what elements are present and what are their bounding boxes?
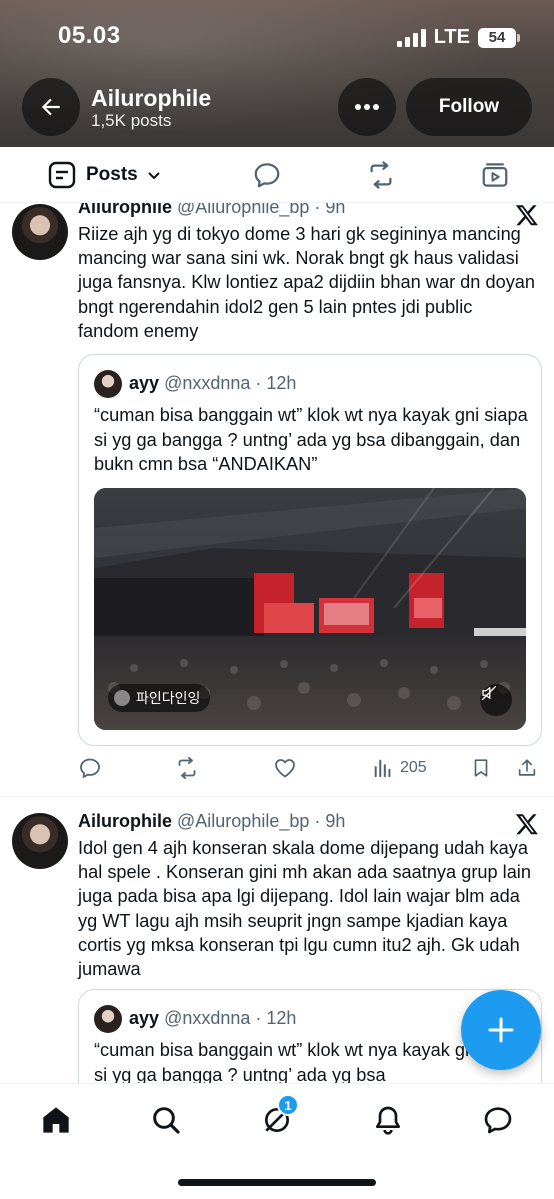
post-author-meta: @Ailurophile_bp · 9h — [177, 203, 346, 217]
repost-icon — [370, 161, 392, 189]
nav-search[interactable] — [146, 1100, 186, 1140]
nav-messages[interactable] — [478, 1100, 518, 1140]
chat-icon — [484, 1107, 512, 1134]
tab-replies[interactable] — [252, 147, 282, 203]
post-actions: 205 — [78, 753, 542, 783]
arrow-left-icon — [41, 98, 60, 116]
status-time: 05.03 — [58, 22, 121, 49]
share-button[interactable] — [516, 753, 538, 783]
post-header: Ailurophile @Ailurophile_bp · 9h — [78, 203, 345, 218]
timeline-feed: Ailurophile @Ailurophile_bp · 9h Riize a… — [0, 203, 554, 1083]
home-indicator — [178, 1179, 376, 1186]
tab-posts[interactable]: Posts — [48, 147, 162, 203]
quote-author-meta: @nxxdnna · 12h — [164, 373, 297, 393]
x-logo-icon — [515, 814, 538, 835]
quote-avatar — [94, 370, 122, 398]
nav-notifications[interactable] — [368, 1100, 408, 1140]
quote-header: ayy @nxxdnna · 12h — [129, 1008, 296, 1029]
quoted-post[interactable]: ayy @nxxdnna · 12h “cuman bisa banggain … — [78, 354, 542, 746]
nav-grok[interactable]: 1 — [257, 1094, 299, 1140]
heart-icon — [275, 759, 295, 778]
grok-badge: 1 — [277, 1094, 299, 1116]
views-icon — [374, 759, 391, 778]
nav-home[interactable] — [36, 1100, 76, 1140]
timeline-tabs: Posts — [0, 147, 554, 203]
chevron-down-icon — [148, 172, 160, 180]
more-horizontal-icon — [355, 104, 379, 110]
post-text: Riize ajh yg di tokyo dome 3 hari gk seg… — [78, 224, 536, 341]
home-icon — [43, 1107, 69, 1133]
quote-video[interactable]: 파인다인잉 — [94, 488, 526, 730]
quote-author-meta: @nxxdnna · 12h — [164, 1008, 297, 1028]
post-author-meta: @Ailurophile_bp · 9h — [177, 811, 346, 831]
bell-icon — [376, 1106, 400, 1135]
post-text: Idol gen 4 ajh konseran skala dome dijep… — [78, 838, 531, 980]
follow-button[interactable]: Follow — [406, 78, 532, 136]
post[interactable]: Ailurophile @Ailurophile_bp · 9h Riize a… — [0, 203, 554, 794]
quote-author-name: ayy — [129, 1008, 160, 1028]
like-button[interactable] — [273, 753, 297, 783]
post-author-name[interactable]: Ailurophile — [78, 811, 172, 831]
tab-reposts[interactable] — [364, 147, 398, 203]
network-label: LTE — [433, 26, 470, 48]
post-header: Ailurophile @Ailurophile_bp · 9h — [78, 811, 345, 832]
battery-level: 54 — [488, 29, 506, 46]
bookmark-icon — [474, 759, 488, 777]
profile-posts-count: 1,5K posts — [91, 111, 172, 130]
video-source-label: 파인다인잉 — [136, 690, 201, 706]
reply-icon — [80, 758, 100, 778]
tab-posts-label: Posts — [86, 164, 138, 185]
reply-icon — [254, 163, 280, 188]
repost-icon — [178, 757, 196, 779]
more-button[interactable] — [338, 78, 396, 136]
signal-icon — [396, 28, 426, 47]
source-avatar — [114, 690, 130, 706]
quote-author-name: ayy — [129, 373, 160, 393]
bookmark-button[interactable] — [470, 753, 492, 783]
share-icon — [518, 759, 536, 776]
post-author-name[interactable]: Ailurophile — [78, 203, 172, 217]
battery-icon: 54 — [478, 27, 520, 48]
plus-icon — [488, 1017, 514, 1043]
muted-speaker-icon — [481, 685, 497, 701]
profile-header: 05.03 LTE 54 Ailurophile 1,5K posts Foll… — [0, 0, 554, 147]
mute-button[interactable] — [480, 684, 512, 716]
back-button[interactable] — [22, 78, 80, 136]
views-button[interactable]: 205 — [372, 753, 427, 783]
tab-media[interactable] — [480, 147, 510, 203]
quote-header: ayy @nxxdnna · 12h — [129, 373, 296, 394]
views-count: 205 — [400, 759, 427, 776]
search-icon — [153, 1107, 180, 1134]
quote-text: “cuman bisa banggain wt” klok wt nya kay… — [94, 405, 528, 474]
reply-button[interactable] — [78, 753, 102, 783]
quote-avatar — [94, 1005, 122, 1033]
video-source-tag: 파인다인잉 — [108, 684, 211, 712]
avatar[interactable] — [12, 204, 68, 260]
status-indicators: LTE 54 — [396, 26, 520, 49]
compose-button[interactable] — [461, 990, 541, 1070]
posts-icon — [48, 161, 76, 189]
repost-button[interactable] — [174, 753, 200, 783]
media-icon — [482, 163, 508, 187]
profile-name: Ailurophile — [91, 85, 212, 111]
avatar[interactable] — [12, 813, 68, 869]
